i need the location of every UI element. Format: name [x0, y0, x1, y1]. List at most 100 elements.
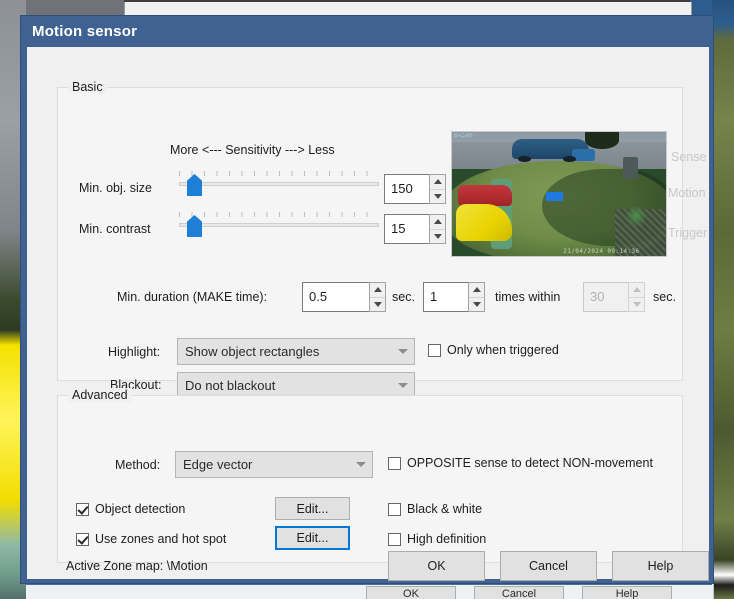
- min-contrast-label: Min. contrast: [79, 222, 151, 236]
- within-seconds-value[interactable]: 30: [583, 282, 628, 312]
- slider-track[interactable]: [179, 182, 379, 186]
- spin-down-button[interactable]: [469, 297, 484, 311]
- checkbox-box: [388, 456, 401, 470]
- dialog-title: Motion sensor: [32, 23, 138, 40]
- times-spinner[interactable]: 1: [423, 282, 485, 312]
- spin-up-button[interactable]: [430, 175, 445, 190]
- slider-track[interactable]: [179, 223, 379, 227]
- motion-sensor-dialog: Motion sensor Basic More <--- Sensitivit…: [20, 15, 714, 584]
- slider-ticks: [179, 168, 379, 176]
- object-detection-checkbox[interactable]: Object detection: [76, 502, 185, 516]
- use-zones-checkbox[interactable]: Use zones and hot spot: [76, 532, 226, 546]
- method-select-value: Edge vector: [183, 457, 253, 472]
- highlight-label: Highlight:: [108, 345, 161, 359]
- within-spin-buttons[interactable]: [628, 282, 645, 312]
- blackout-select-value: Do not blackout: [185, 378, 276, 393]
- preview-plant: [623, 206, 649, 227]
- background-help-button[interactable]: Help: [582, 586, 672, 599]
- arrow-up-icon: [433, 179, 442, 185]
- indicator-sense: Sense: [671, 150, 707, 164]
- min-duration-spinner[interactable]: 0.5: [302, 282, 386, 312]
- dialog-body: Basic More <--- Sensitivity ---> Less Mi…: [27, 47, 709, 581]
- camera-preview[interactable]: B-Cam 21/04/2024 09:14:36: [451, 131, 667, 257]
- background-video-right: [712, 0, 734, 599]
- checkbox-box: [428, 343, 441, 357]
- slider-thumb[interactable]: [187, 174, 202, 196]
- min-obj-size-spinner[interactable]: 150: [384, 174, 446, 204]
- method-select[interactable]: Edge vector: [175, 451, 373, 478]
- cancel-button[interactable]: Cancel: [500, 551, 597, 581]
- min-duration-label: Min. duration (MAKE time):: [117, 290, 268, 304]
- ok-button[interactable]: OK: [388, 551, 485, 581]
- checkbox-box: [76, 532, 89, 546]
- method-label: Method:: [115, 458, 161, 472]
- advanced-group-title: Advanced: [68, 388, 132, 402]
- background-cancel-button[interactable]: Cancel: [474, 586, 564, 599]
- arrow-up-icon: [433, 219, 442, 225]
- preview-car-wheel-rear: [563, 155, 577, 162]
- preview-car-wheel-front: [518, 155, 532, 162]
- spin-down-button[interactable]: [370, 297, 385, 311]
- min-contrast-value[interactable]: 15: [384, 214, 429, 244]
- spin-down-button[interactable]: [629, 297, 644, 311]
- slider-thumb[interactable]: [187, 215, 202, 237]
- use-zones-edit-button[interactable]: Edit...: [275, 526, 350, 550]
- slider-ticks: [179, 209, 379, 217]
- min-obj-size-spin-buttons[interactable]: [429, 174, 446, 204]
- arrow-down-icon: [472, 301, 481, 307]
- min-contrast-spinner[interactable]: 15: [384, 214, 446, 244]
- checkbox-box: [388, 532, 401, 546]
- spin-up-button[interactable]: [629, 283, 644, 298]
- times-spin-buttons[interactable]: [468, 282, 485, 312]
- preview-timestamp: 21/04/2024 09:14:36: [563, 248, 640, 255]
- basic-group-title: Basic: [68, 80, 107, 94]
- opposite-sense-label: OPPOSITE sense to detect NON-movement: [407, 456, 653, 470]
- arrow-up-icon: [373, 287, 382, 293]
- chevron-down-icon[interactable]: [350, 462, 372, 467]
- times-within-label: times within: [495, 290, 561, 304]
- background-ok-button[interactable]: OK: [366, 586, 456, 599]
- duration-unit-label: sec.: [392, 290, 415, 304]
- min-obj-size-value[interactable]: 150: [384, 174, 429, 204]
- spin-up-button[interactable]: [430, 215, 445, 230]
- arrow-up-icon: [472, 287, 481, 293]
- arrow-down-icon: [433, 193, 442, 199]
- use-zones-label: Use zones and hot spot: [95, 532, 227, 546]
- dialog-titlebar[interactable]: Motion sensor: [21, 16, 713, 47]
- chevron-down-icon[interactable]: [392, 349, 414, 354]
- min-duration-spin-buttons[interactable]: [369, 282, 386, 312]
- black-white-label: Black & white: [407, 502, 483, 516]
- spin-down-button[interactable]: [430, 189, 445, 203]
- min-contrast-slider[interactable]: [179, 209, 379, 237]
- min-obj-size-label: Min. obj. size: [79, 181, 152, 195]
- chevron-glyph: [398, 349, 408, 354]
- spin-up-button[interactable]: [370, 283, 385, 298]
- checkbox-box: [388, 502, 401, 516]
- within-unit-label: sec.: [653, 290, 676, 304]
- opposite-sense-checkbox[interactable]: OPPOSITE sense to detect NON-movement: [388, 456, 653, 470]
- only-when-triggered-checkbox[interactable]: Only when triggered: [428, 343, 559, 357]
- highlight-select-value: Show object rectangles: [185, 344, 320, 359]
- chevron-down-icon[interactable]: [392, 383, 414, 388]
- min-obj-size-slider[interactable]: [179, 168, 379, 196]
- spin-down-button[interactable]: [430, 229, 445, 243]
- chevron-glyph: [398, 383, 408, 388]
- min-duration-value[interactable]: 0.5: [302, 282, 369, 312]
- object-detection-label: Object detection: [95, 502, 186, 516]
- arrow-down-icon: [632, 301, 641, 307]
- preview-motion-rectangle: [546, 191, 564, 202]
- within-seconds-spinner[interactable]: 30: [583, 282, 645, 312]
- black-white-checkbox[interactable]: Black & white: [388, 502, 482, 516]
- help-button[interactable]: Help: [612, 551, 709, 581]
- high-definition-checkbox[interactable]: High definition: [388, 532, 486, 546]
- high-definition-label: High definition: [407, 532, 487, 546]
- preview-camera-logo: B-Cam: [454, 133, 473, 139]
- times-value[interactable]: 1: [423, 282, 468, 312]
- indicator-trigger: Trigger: [668, 226, 708, 240]
- min-contrast-spin-buttons[interactable]: [429, 214, 446, 244]
- object-detection-edit-button[interactable]: Edit...: [275, 497, 350, 520]
- spin-up-button[interactable]: [469, 283, 484, 298]
- checkbox-box: [76, 502, 89, 516]
- arrow-up-icon: [632, 287, 641, 293]
- highlight-select[interactable]: Show object rectangles: [177, 338, 415, 365]
